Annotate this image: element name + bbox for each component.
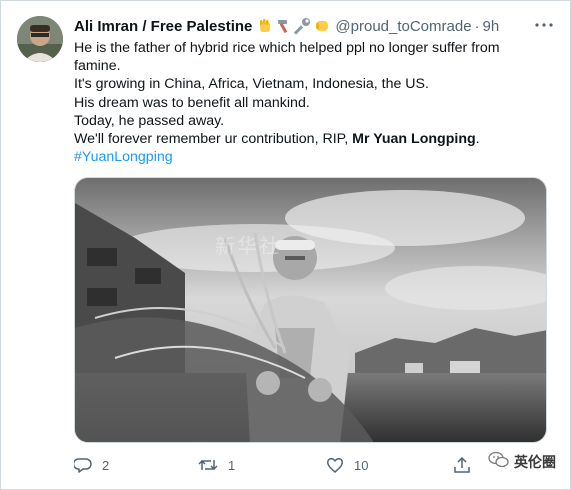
last-line-prefix: We'll forever remember ur contribution, … bbox=[74, 131, 353, 148]
avatar[interactable] bbox=[17, 16, 63, 62]
tweet-actions: 2 1 10 bbox=[74, 453, 544, 477]
brand-watermark: 英伦圈 bbox=[488, 451, 556, 472]
tweet-text-line: It's growing in China, Africa, Vietnam, … bbox=[74, 76, 429, 93]
like-button[interactable]: 10 bbox=[326, 456, 368, 474]
retweet-icon bbox=[198, 456, 218, 474]
tweet-timestamp[interactable]: 9h bbox=[483, 18, 500, 35]
photo-watermark: 新华社 bbox=[215, 236, 281, 258]
tweet-text-line-last: We'll forever remember ur contribution, … bbox=[74, 130, 544, 148]
like-count: 10 bbox=[354, 457, 369, 473]
share-button[interactable] bbox=[453, 456, 471, 474]
brand-name: 英伦圈 bbox=[514, 453, 556, 470]
heart-icon bbox=[326, 456, 344, 474]
wechat-icon bbox=[488, 451, 510, 472]
tweet-header: Ali Imran / Free Palestine @proud_toComr… bbox=[74, 15, 550, 37]
hammer-icon bbox=[275, 17, 293, 35]
author-handle[interactable]: @proud_toComrade bbox=[335, 18, 471, 35]
retweet-count: 1 bbox=[228, 457, 236, 473]
more-options-icon[interactable] bbox=[532, 15, 556, 35]
last-line-suffix: . bbox=[475, 131, 480, 148]
fist-bump-icon bbox=[313, 17, 331, 35]
hashtag-link[interactable]: #YuanLongping bbox=[74, 148, 544, 166]
name-emojis bbox=[256, 17, 331, 35]
tweet-text-line: He is the father of hybrid rice which he… bbox=[74, 40, 500, 56]
tweet-photo[interactable]: 新华社 bbox=[74, 177, 547, 443]
wrench-icon bbox=[294, 17, 312, 35]
reply-icon bbox=[74, 456, 92, 474]
tweet-card[interactable]: Ali Imran / Free Palestine @proud_toComr… bbox=[0, 0, 571, 490]
reply-count: 2 bbox=[102, 457, 110, 473]
last-line-bold-name: Mr Yuan Longping bbox=[352, 131, 476, 148]
author-name[interactable]: Ali Imran / Free Palestine bbox=[74, 18, 252, 35]
retweet-button[interactable]: 1 bbox=[198, 456, 235, 474]
tweet-text-line: famine. bbox=[74, 58, 121, 75]
tweet-text: He is the father of hybrid rice which he… bbox=[74, 39, 544, 166]
raised-fist-icon bbox=[256, 17, 274, 35]
separator-dot: · bbox=[474, 17, 480, 35]
reply-button[interactable]: 2 bbox=[74, 456, 109, 474]
share-icon bbox=[453, 456, 471, 474]
tweet-text-line: His dream was to benefit all mankind. bbox=[74, 94, 310, 111]
tweet-text-line: Today, he passed away. bbox=[74, 112, 225, 129]
